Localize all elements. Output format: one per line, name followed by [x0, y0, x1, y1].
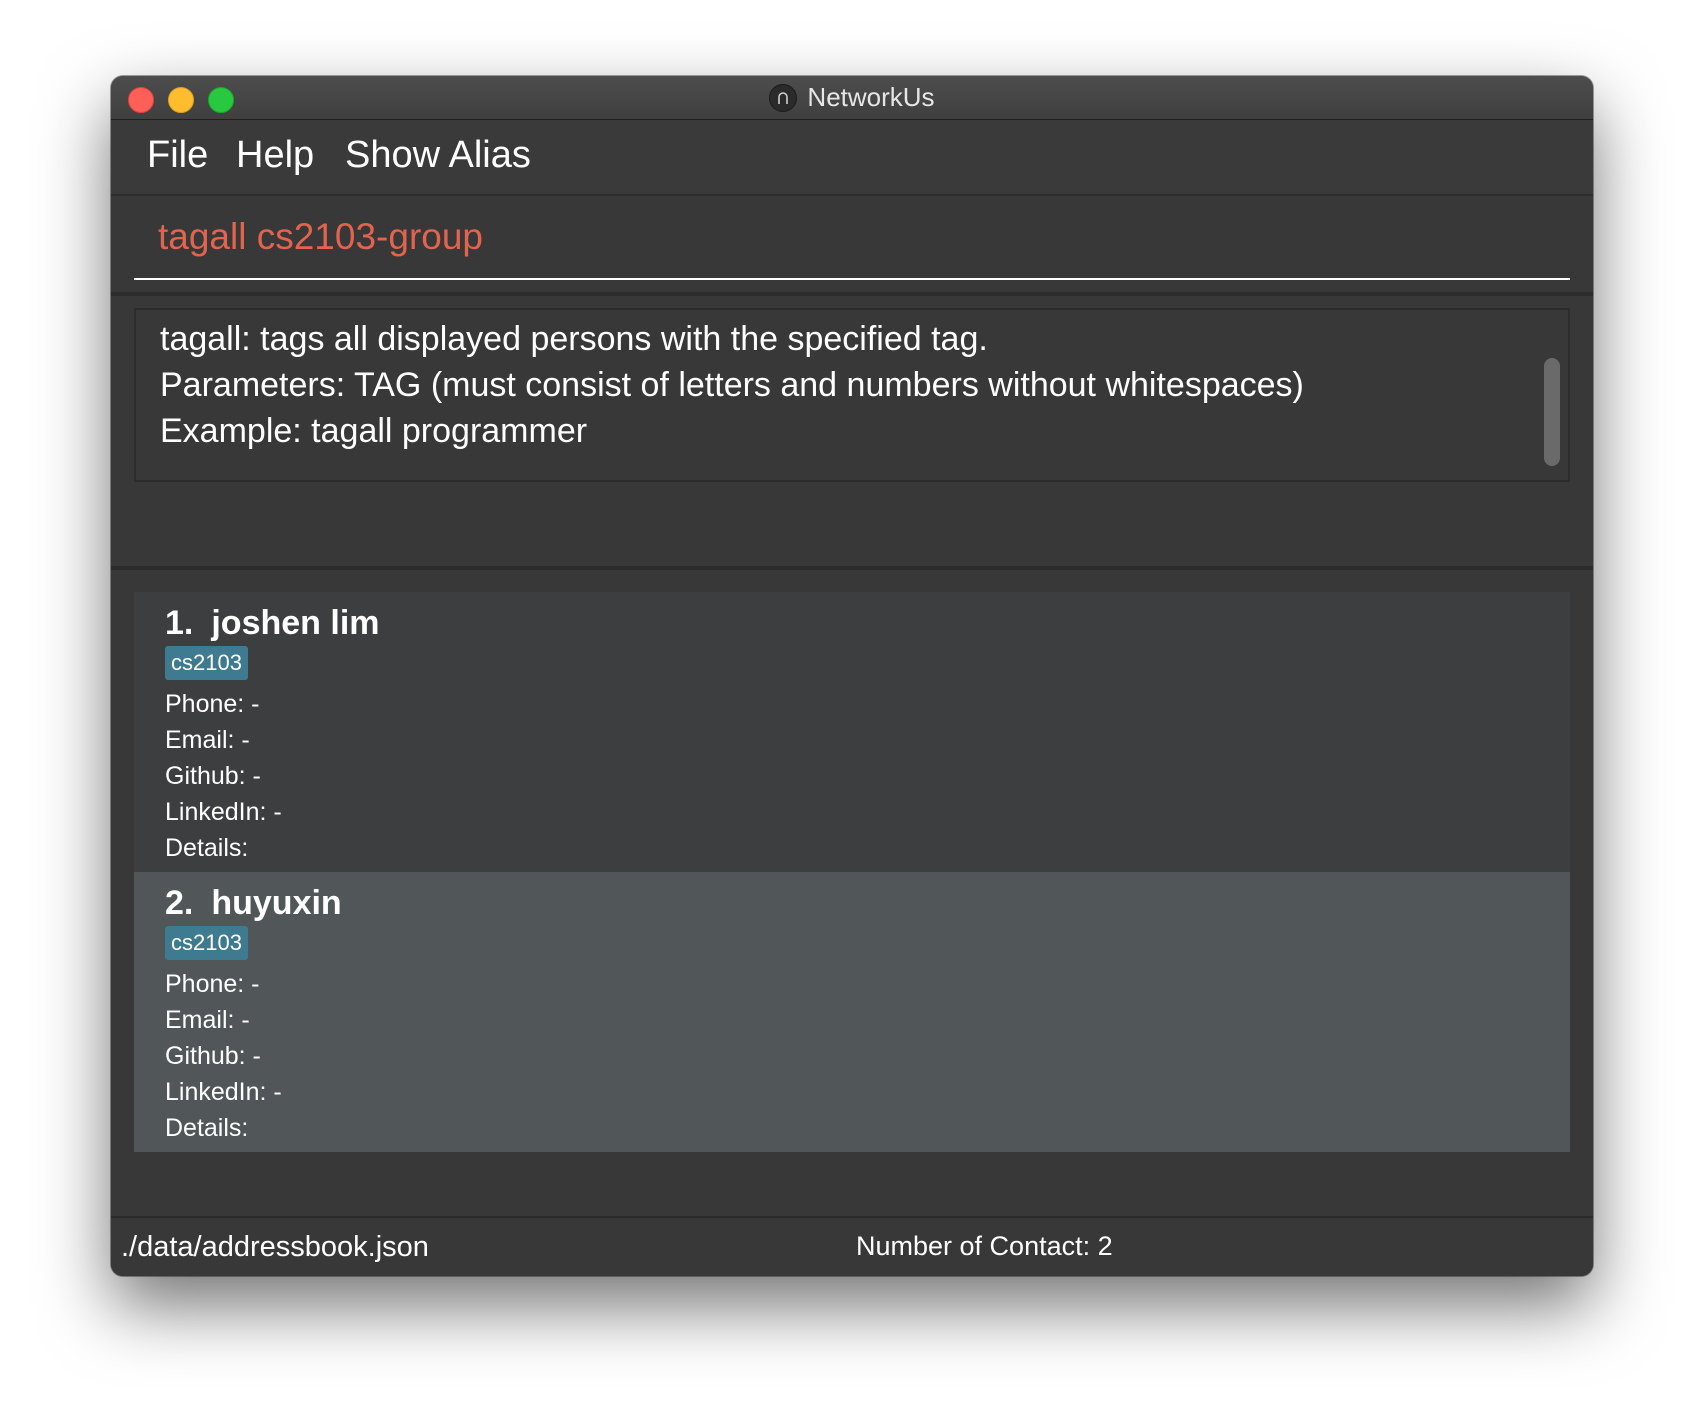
person-details: Details: — [165, 834, 249, 862]
tag-badge: cs2103 — [165, 646, 248, 680]
app-window: NetworkUs File Help Show Alias tagall: t… — [111, 76, 1593, 1276]
result-line: Parameters: TAG (must consist of letters… — [160, 366, 1304, 404]
person-card-selected[interactable]: 2. huyuxin cs2103 Phone: - Email: - Githu… — [134, 872, 1570, 1152]
app-icon — [769, 83, 798, 112]
menu-help[interactable]: Help — [236, 134, 314, 177]
person-name-row: 2. huyuxin — [165, 884, 342, 923]
person-github: Github: - — [165, 762, 261, 790]
person-linkedin: LinkedIn: - — [165, 1078, 282, 1106]
contact-count: Number of Contact: 2 — [856, 1231, 1113, 1261]
person-github: Github: - — [165, 1042, 261, 1070]
result-display[interactable]: tagall: tags all displayed persons with … — [134, 308, 1570, 482]
person-list[interactable]: 1. joshen lim cs2103 Phone: - Email: - Gi… — [111, 572, 1593, 1276]
menu-bar: File Help Show Alias — [111, 120, 1593, 196]
person-linkedin: LinkedIn: - — [165, 798, 282, 826]
person-index: 1. — [165, 604, 194, 642]
title-bar[interactable]: NetworkUs — [111, 76, 1593, 120]
person-name: joshen lim — [211, 604, 380, 642]
person-phone: Phone: - — [165, 690, 260, 718]
command-box — [111, 196, 1593, 296]
result-line: Example: tagall programmer — [160, 412, 588, 450]
person-name-row: 1. joshen lim — [165, 604, 380, 643]
window-title-group: NetworkUs — [111, 76, 1593, 119]
result-line: tagall: tags all displayed persons with … — [160, 320, 988, 358]
window-title: NetworkUs — [807, 82, 935, 112]
save-file-path: ./data/addressbook.json — [121, 1231, 429, 1263]
person-name: huyuxin — [211, 884, 342, 922]
tag-badge: cs2103 — [165, 926, 248, 960]
result-scrollbar[interactable] — [1544, 358, 1560, 466]
menu-file[interactable]: File — [147, 134, 208, 177]
person-card[interactable]: 1. joshen lim cs2103 Phone: - Email: - Gi… — [134, 592, 1570, 872]
person-email: Email: - — [165, 1006, 250, 1034]
person-details: Details: — [165, 1114, 249, 1142]
person-phone: Phone: - — [165, 970, 260, 998]
person-email: Email: - — [165, 726, 250, 754]
status-bar: ./data/addressbook.json Number of Contac… — [111, 1216, 1593, 1276]
command-input[interactable] — [134, 196, 1570, 280]
menu-show-alias[interactable]: Show Alias — [345, 134, 531, 177]
person-index: 2. — [165, 884, 194, 922]
result-display-panel: tagall: tags all displayed persons with … — [111, 296, 1593, 570]
